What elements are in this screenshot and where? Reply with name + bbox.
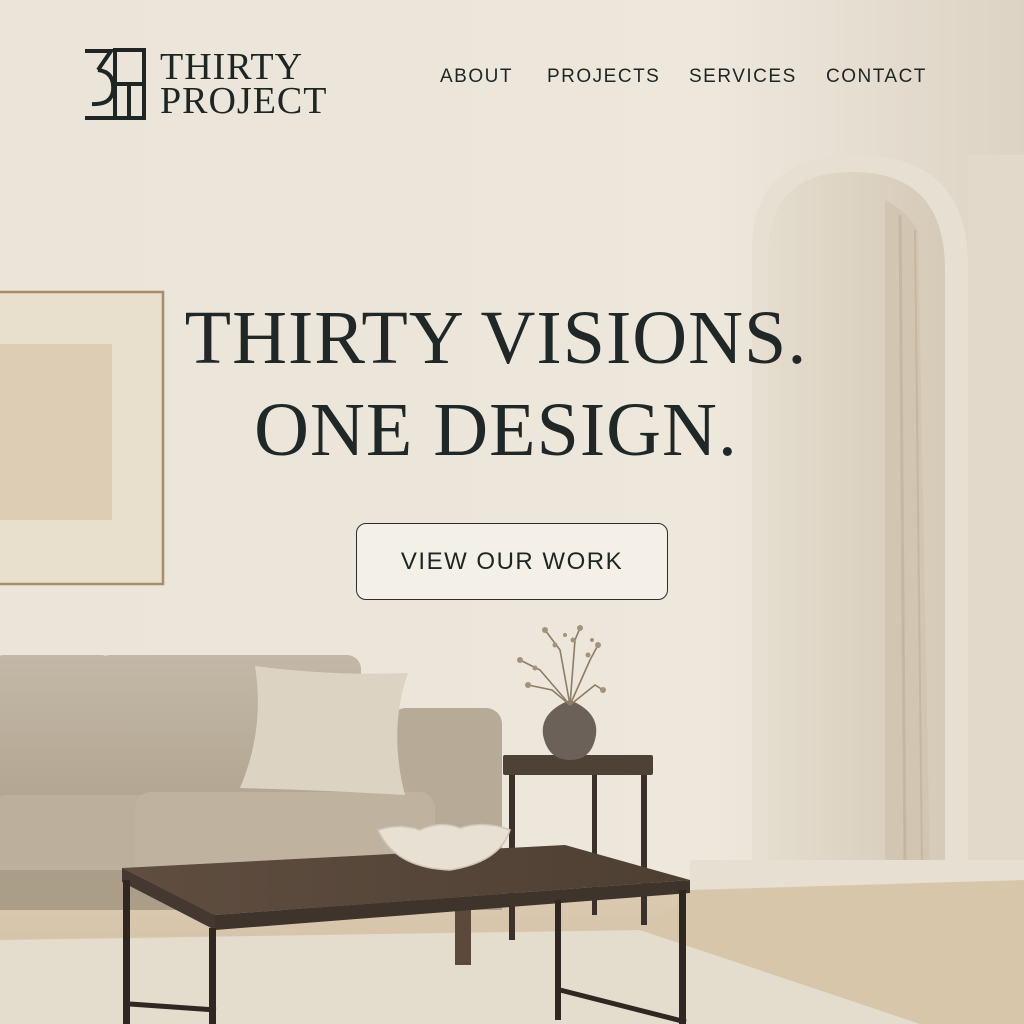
nav-contact-link[interactable]: CONTACT bbox=[826, 66, 927, 88]
arch-doorway bbox=[752, 155, 1024, 885]
thirty-project-monogram-icon bbox=[85, 48, 146, 120]
view-our-work-button[interactable]: VIEW OUR WORK bbox=[356, 523, 668, 600]
throw-pillow bbox=[240, 666, 408, 795]
brand-line-2: PROJECT bbox=[160, 80, 328, 122]
nav-services-link[interactable]: SERVICES bbox=[689, 66, 797, 88]
nav-about-link[interactable]: ABOUT bbox=[440, 66, 513, 88]
brand-wordmark: THIRTY PROJECT bbox=[160, 46, 328, 122]
hero-title: THIRTY VISIONS. ONE DESIGN. bbox=[0, 292, 1024, 476]
brand-logo[interactable]: THIRTY PROJECT bbox=[82, 46, 327, 122]
brand-line-1: THIRTY bbox=[160, 46, 304, 88]
site-header: THIRTY PROJECT ABOUT PROJECTS SERVICES C… bbox=[0, 0, 1024, 160]
hero-title-line-2: ONE DESIGN. bbox=[254, 388, 738, 472]
nav-projects-link[interactable]: PROJECTS bbox=[547, 66, 660, 88]
hero-title-line-1: THIRTY VISIONS. bbox=[184, 296, 808, 380]
